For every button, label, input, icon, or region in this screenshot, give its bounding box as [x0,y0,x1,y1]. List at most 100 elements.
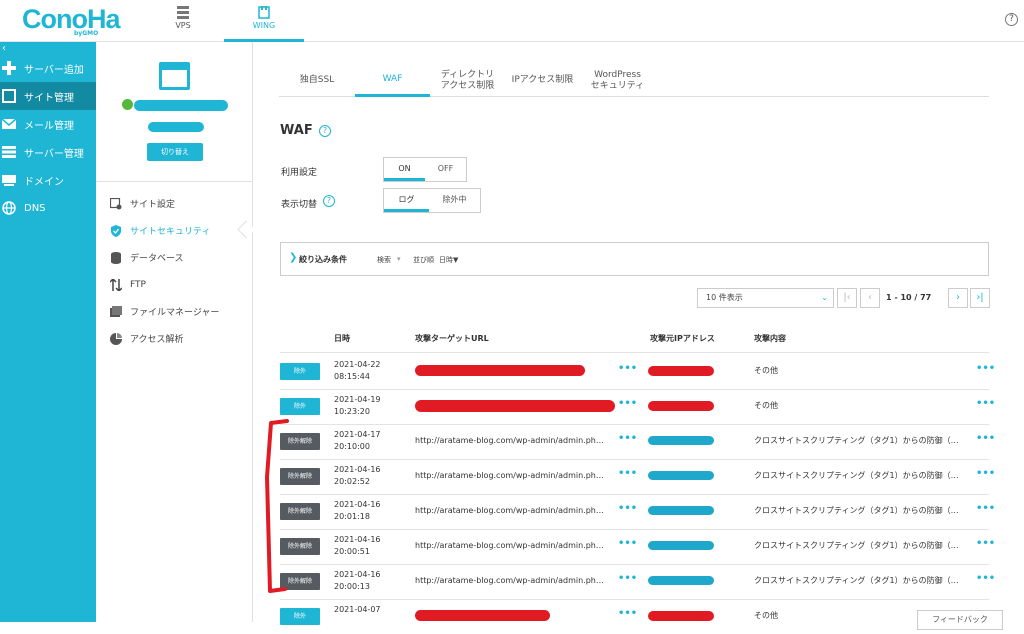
last-page-button[interactable]: ›| [970,288,990,308]
redacted-url [415,610,550,621]
sub-nav-access-analytics[interactable]: アクセス解析 [96,325,252,352]
sub-nav-site-security[interactable]: サイトセキュリティ [96,217,252,244]
column-header-target-url: 攻撃ターゲットURL [415,334,489,343]
tab-label: WordPress [594,69,641,80]
exclude-button[interactable]: 除外 [280,363,320,380]
table-row: 除外 2021-04-19 10:23:20 ••• その他 ••• [280,389,995,424]
filter-search-label[interactable]: 検索 [377,255,391,265]
wing-icon [258,6,270,19]
gmo-logo-text: byGMO [74,30,99,37]
row-date: 2021-04-22 [334,360,381,369]
table-row: 除外解除 2021-04-16 20:00:13 http://aratame-blo… [280,564,995,599]
main-sidebar: ‹ サーバー追加 サイト管理 メール管理 サーバー管理 ドメイン DNS [0,42,96,622]
sub-nav-label: FTP [130,279,146,290]
row-attack-detail: クロスサイトスクリプティング（タグ1）からの防御（… [754,576,959,585]
usage-toggle: ON OFF [383,157,467,182]
table-row: 除外2021-04-07•••その他••• [280,599,995,634]
url-more-icon[interactable]: ••• [618,608,637,619]
tab-label-line2: アクセス制限 [440,80,495,91]
url-more-icon[interactable]: ••• [618,503,637,514]
detail-more-icon[interactable]: ••• [976,538,995,549]
url-more-icon[interactable]: ••• [618,433,637,444]
tab-wordpress-security[interactable]: WordPress セキュリティ [580,64,655,97]
sidebar-item-label: DNS [24,202,46,214]
row-date: 2021-04-16 [334,570,381,579]
domain-icon [2,175,16,186]
sub-nav-ftp[interactable]: FTP [96,271,252,298]
detail-more-icon[interactable]: ••• [976,468,995,479]
first-page-button[interactable]: |‹ [837,288,857,308]
detail-more-icon[interactable]: ••• [976,363,995,374]
folder-icon [110,305,122,317]
detail-more-icon[interactable]: ••• [976,573,995,584]
database-icon [111,251,121,264]
display-switch-label: 表示切替 [281,200,318,210]
server-icon [2,146,16,158]
row-attack-detail: クロスサイトスクリプティング（タグ1）からの防御（… [754,506,959,515]
row-date: 2021-04-19 [334,395,381,404]
per-page-value: 10 件表示 [706,293,743,302]
redacted-ip [648,541,714,550]
waf-help-icon[interactable]: ? [319,125,331,137]
sidebar-item-server-management[interactable]: サーバー管理 [0,138,96,166]
sidebar-item-dns[interactable]: DNS [0,194,96,222]
sidebar-item-domain[interactable]: ドメイン [0,166,96,194]
redacted-ip [648,436,714,445]
tab-label: WAF [382,73,403,84]
row-target-url: http://aratame-blog.com/wp-admin/admin.p… [415,541,604,550]
url-more-icon[interactable]: ••• [618,468,637,479]
sidebar-item-site-management[interactable]: サイト管理 [0,82,96,110]
detail-more-icon[interactable]: ••• [976,398,995,409]
filter-sort-value[interactable]: 日時▼ [439,255,458,265]
tab-label: ディレクトリ [440,69,495,80]
sidebar-item-label: サーバー追加 [24,64,84,76]
usage-on-option[interactable]: ON [384,158,425,181]
sidebar-item-add-server[interactable]: サーバー追加 [0,54,96,82]
row-time: 20:00:51 [334,547,370,556]
switch-site-button[interactable]: 切り替え [147,143,203,161]
url-more-icon[interactable]: ••• [618,573,637,584]
tab-directory-access[interactable]: ディレクトリ アクセス制限 [430,64,505,97]
next-page-button[interactable]: › [948,288,968,308]
per-page-select[interactable]: 10 件表示 ⌄ [697,288,834,308]
sub-nav-label: サイトセキュリティ [130,227,211,237]
display-excluded-option[interactable]: 除外中 [429,189,480,212]
top-tab-wing-label: WING [252,21,276,30]
collapse-sidebar-icon[interactable]: ‹ [0,42,96,54]
row-time: 20:00:13 [334,582,370,591]
prev-page-button[interactable]: ‹ [860,288,880,308]
column-header-attack-detail: 攻撃内容 [754,334,786,343]
feedback-button[interactable]: フィードバック [917,610,1003,630]
sub-nav-file-manager[interactable]: ファイルマネージャー [96,298,252,325]
top-tab-wing[interactable]: WING [224,0,304,42]
detail-more-icon[interactable]: ••• [976,503,995,514]
security-tabs: 独自SSL WAF ディレクトリ アクセス制限 IPアクセス制限 WordPres… [279,64,989,97]
exclude-button[interactable]: 除外 [280,398,320,415]
usage-off-option[interactable]: OFF [425,158,466,181]
tab-waf[interactable]: WAF [355,64,430,97]
url-more-icon[interactable]: ••• [618,538,637,549]
sub-nav-site-settings[interactable]: サイト設定 [96,190,252,217]
exclude-button[interactable]: 除外 [280,608,320,625]
top-tab-vps-label: VPS [175,21,191,30]
tab-ip-access[interactable]: IPアクセス制限 [505,64,580,97]
detail-more-icon[interactable]: ••• [976,433,995,444]
row-attack-detail: クロスサイトスクリプティング（タグ1）からの防御（… [754,541,959,550]
table-row: 除外解除 2021-04-16 20:00:51 http://aratame-blo… [280,529,995,564]
redacted-ip [648,366,714,376]
row-target-url: http://aratame-blog.com/wp-admin/admin.p… [415,436,604,445]
url-more-icon[interactable]: ••• [618,363,637,374]
display-help-icon[interactable]: ? [323,195,335,207]
filter-panel[interactable]: ❯ 絞り込み条件 検索 ▾ 並び順 日時▼ [280,242,989,276]
table-row: 除外解除 2021-04-17 20:10:00 http://aratame-blo… [280,424,995,459]
display-log-option[interactable]: ログ [384,189,429,212]
tab-ssl[interactable]: 独自SSL [279,64,355,97]
help-icon[interactable]: ? [1005,13,1018,26]
main-content: 独自SSL WAF ディレクトリ アクセス制限 IPアクセス制限 WordPres… [253,42,1024,630]
conoha-logo[interactable]: ConoHa [22,4,120,35]
sub-nav-database[interactable]: データベース [96,244,252,271]
url-more-icon[interactable]: ••• [618,398,637,409]
sidebar-item-mail-management[interactable]: メール管理 [0,110,96,138]
row-target-url: http://aratame-blog.com/wp-admin/admin.p… [415,506,604,515]
top-tab-vps[interactable]: VPS [143,0,223,42]
